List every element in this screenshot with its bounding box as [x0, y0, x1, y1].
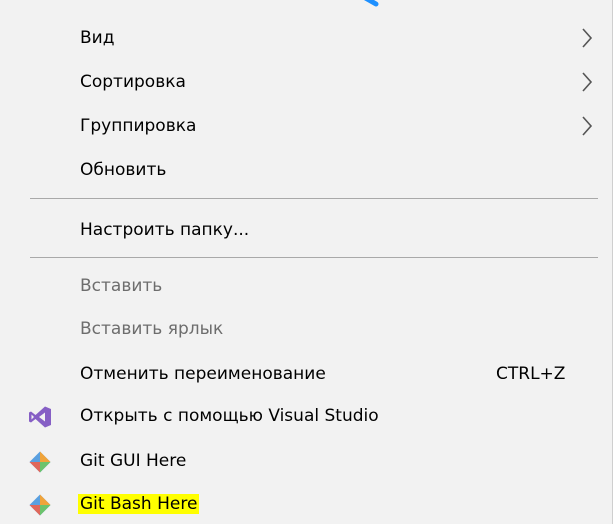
- menu-separator: [30, 198, 598, 199]
- menu-item-label: Отменить переименование: [80, 364, 326, 384]
- menu-item-refresh[interactable]: Обновить: [0, 152, 611, 188]
- menu-item-label: Сортировка: [80, 72, 186, 92]
- highlighted-text: Git Bash Here: [78, 494, 200, 514]
- menu-item-customize-folder[interactable]: Настроить папку...: [0, 212, 611, 248]
- menu-item-git-gui[interactable]: Git GUI Here: [0, 443, 611, 479]
- menu-item-label: Git Bash Here: [78, 494, 200, 514]
- git-gui-icon: [29, 451, 51, 473]
- chevron-right-icon: [582, 28, 593, 48]
- menu-item-shortcut: CTRL+Z: [496, 364, 566, 384]
- context-menu: Вид Сортировка Группировка Обновить Наст…: [0, 0, 613, 524]
- chevron-right-icon: [582, 116, 593, 136]
- menu-item-label: Вставить ярлык: [80, 319, 224, 339]
- menu-item-view[interactable]: Вид: [0, 20, 611, 56]
- menu-item-label: Обновить: [80, 160, 167, 180]
- menu-item-paste[interactable]: Вставить: [0, 268, 611, 304]
- visual-studio-icon: [29, 406, 51, 428]
- arrow-hint-icon: [363, 0, 379, 7]
- menu-item-git-bash[interactable]: Git Bash Here: [0, 486, 611, 522]
- menu-item-label: Настроить папку...: [80, 220, 250, 240]
- menu-item-label: Вставить: [80, 276, 163, 296]
- menu-item-open-with-visual-studio[interactable]: Открыть с помощью Visual Studio: [0, 398, 611, 434]
- chevron-right-icon: [582, 72, 593, 92]
- menu-item-sort[interactable]: Сортировка: [0, 64, 611, 100]
- menu-separator: [30, 257, 598, 258]
- git-bash-icon: [29, 494, 51, 516]
- menu-item-label: Git GUI Here: [80, 451, 187, 471]
- menu-item-undo-rename[interactable]: Отменить переименование CTRL+Z: [0, 356, 611, 392]
- menu-item-label: Группировка: [80, 116, 197, 136]
- menu-item-label: Вид: [80, 28, 115, 48]
- menu-item-group[interactable]: Группировка: [0, 108, 611, 144]
- menu-item-label: Открыть с помощью Visual Studio: [80, 406, 379, 426]
- menu-item-paste-shortcut[interactable]: Вставить ярлык: [0, 311, 611, 347]
